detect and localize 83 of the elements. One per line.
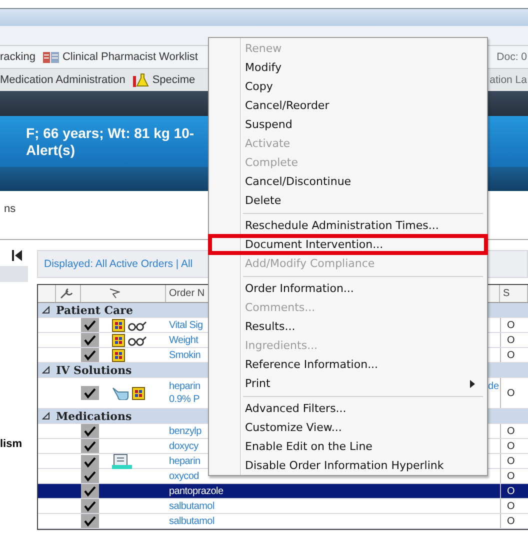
menu-item[interactable]: Document Intervention... (209, 235, 487, 254)
status-cell: O (500, 333, 528, 347)
status-cell: O (500, 484, 528, 498)
menu-item[interactable]: Cancel/Discontinue (209, 172, 487, 191)
order-detail-link[interactable]: 0.9% P (169, 393, 200, 406)
column-header[interactable]: Order N (169, 288, 205, 299)
note-icon (112, 334, 125, 346)
menu-item[interactable]: Reference Information... (209, 355, 487, 374)
status-cell: O (500, 348, 528, 362)
menu-item[interactable]: Enable Edit on the Line (209, 437, 487, 456)
flask-icon (133, 72, 150, 88)
glasses-icon (127, 320, 147, 330)
order-name-link[interactable]: Vital Sig (169, 318, 203, 332)
document-icon (112, 454, 132, 469)
panel-header-strip (0, 266, 28, 282)
toolbar-link[interactable]: Medication Administration (0, 74, 126, 86)
section-label: ns (4, 203, 16, 215)
checkbox[interactable] (81, 333, 99, 347)
status-cell: O (500, 514, 528, 528)
collapse-icon[interactable] (42, 412, 50, 420)
checkbox[interactable] (81, 499, 99, 513)
order-name-link[interactable]: oxycod (169, 470, 199, 482)
cup-icon (112, 386, 130, 400)
flag-icon (109, 288, 120, 299)
status-cell: O (500, 499, 528, 513)
menu-item[interactable]: Cancel/Reorder (209, 96, 487, 115)
filter-link[interactable]: Displayed: All Active Orders | All (44, 258, 193, 270)
order-name-link[interactable]: Weight (169, 334, 198, 346)
menu-item[interactable]: Order Information... (209, 279, 487, 298)
menu-item[interactable]: Copy (209, 77, 487, 96)
sidebar-label: lism (0, 438, 22, 450)
order-name-link[interactable]: pantoprazole (169, 484, 224, 498)
toolbar-link[interactable]: Specime (133, 72, 196, 88)
checkbox[interactable] (81, 484, 99, 498)
note-icon (112, 348, 125, 362)
order-name-link[interactable]: benzylp (169, 424, 202, 438)
status-cell: O (500, 318, 528, 332)
checkbox[interactable] (81, 514, 99, 528)
collapse-icon[interactable] (42, 366, 50, 374)
order-name-link[interactable]: heparin (169, 380, 200, 393)
toolbar-link[interactable]: Clinical Pharmacist Worklist (43, 50, 198, 64)
order-name-link[interactable]: doxycy (169, 440, 198, 452)
group-header: Medications (56, 410, 132, 422)
glasses-icon (127, 334, 147, 346)
status-cell: O (500, 424, 528, 438)
order-name-link[interactable]: salbutamol (169, 514, 214, 528)
menu-item[interactable]: Customize View... (209, 418, 487, 437)
menu-item[interactable]: Reschedule Administration Times... (209, 216, 487, 235)
menu-item[interactable]: Results... (209, 317, 487, 336)
checkbox[interactable] (81, 318, 99, 332)
note-icon (132, 386, 145, 400)
alerts-label: Alert(s) (26, 142, 76, 158)
checkbox[interactable] (81, 439, 99, 453)
group-header: Patient Care (56, 304, 133, 316)
order-name-link[interactable]: Smokin (169, 348, 201, 362)
column-header[interactable]: S (503, 288, 510, 299)
order-name-link[interactable]: heparin (169, 455, 200, 468)
checkbox[interactable] (81, 348, 99, 362)
toolbar-link[interactable]: Doc: 0 (496, 51, 527, 63)
order-name-link[interactable]: salbutamol (169, 500, 214, 512)
menu-item[interactable]: Print (209, 374, 487, 393)
checkbox[interactable] (81, 469, 99, 483)
menu-item[interactable]: Disable Order Information Hyperlink (209, 456, 487, 475)
status-cell: O (500, 378, 528, 408)
worklist-icon (43, 50, 60, 64)
wrench-icon (59, 288, 73, 300)
note-icon (112, 318, 125, 332)
checkbox[interactable] (81, 386, 99, 400)
collapse-panel-icon[interactable] (12, 250, 22, 261)
menu-item[interactable]: Suspend (209, 115, 487, 134)
checkbox[interactable] (81, 454, 99, 468)
toolbar-link[interactable]: ation La (490, 74, 527, 86)
menu-item[interactable]: Delete (209, 191, 487, 210)
menu-item[interactable]: Advanced Filters... (209, 399, 487, 418)
collapse-icon[interactable] (42, 306, 50, 314)
checkbox[interactable] (81, 424, 99, 438)
toolbar-link[interactable]: racking (0, 51, 36, 63)
menu-item[interactable]: Modify (209, 58, 487, 77)
status-cell: O (500, 469, 528, 483)
group-header: IV Solutions (56, 364, 132, 376)
status-cell: O (500, 439, 528, 453)
order-detail-text: de (488, 380, 500, 393)
patient-info: F; 66 years; Wt: 81 kg 10- (26, 124, 194, 142)
